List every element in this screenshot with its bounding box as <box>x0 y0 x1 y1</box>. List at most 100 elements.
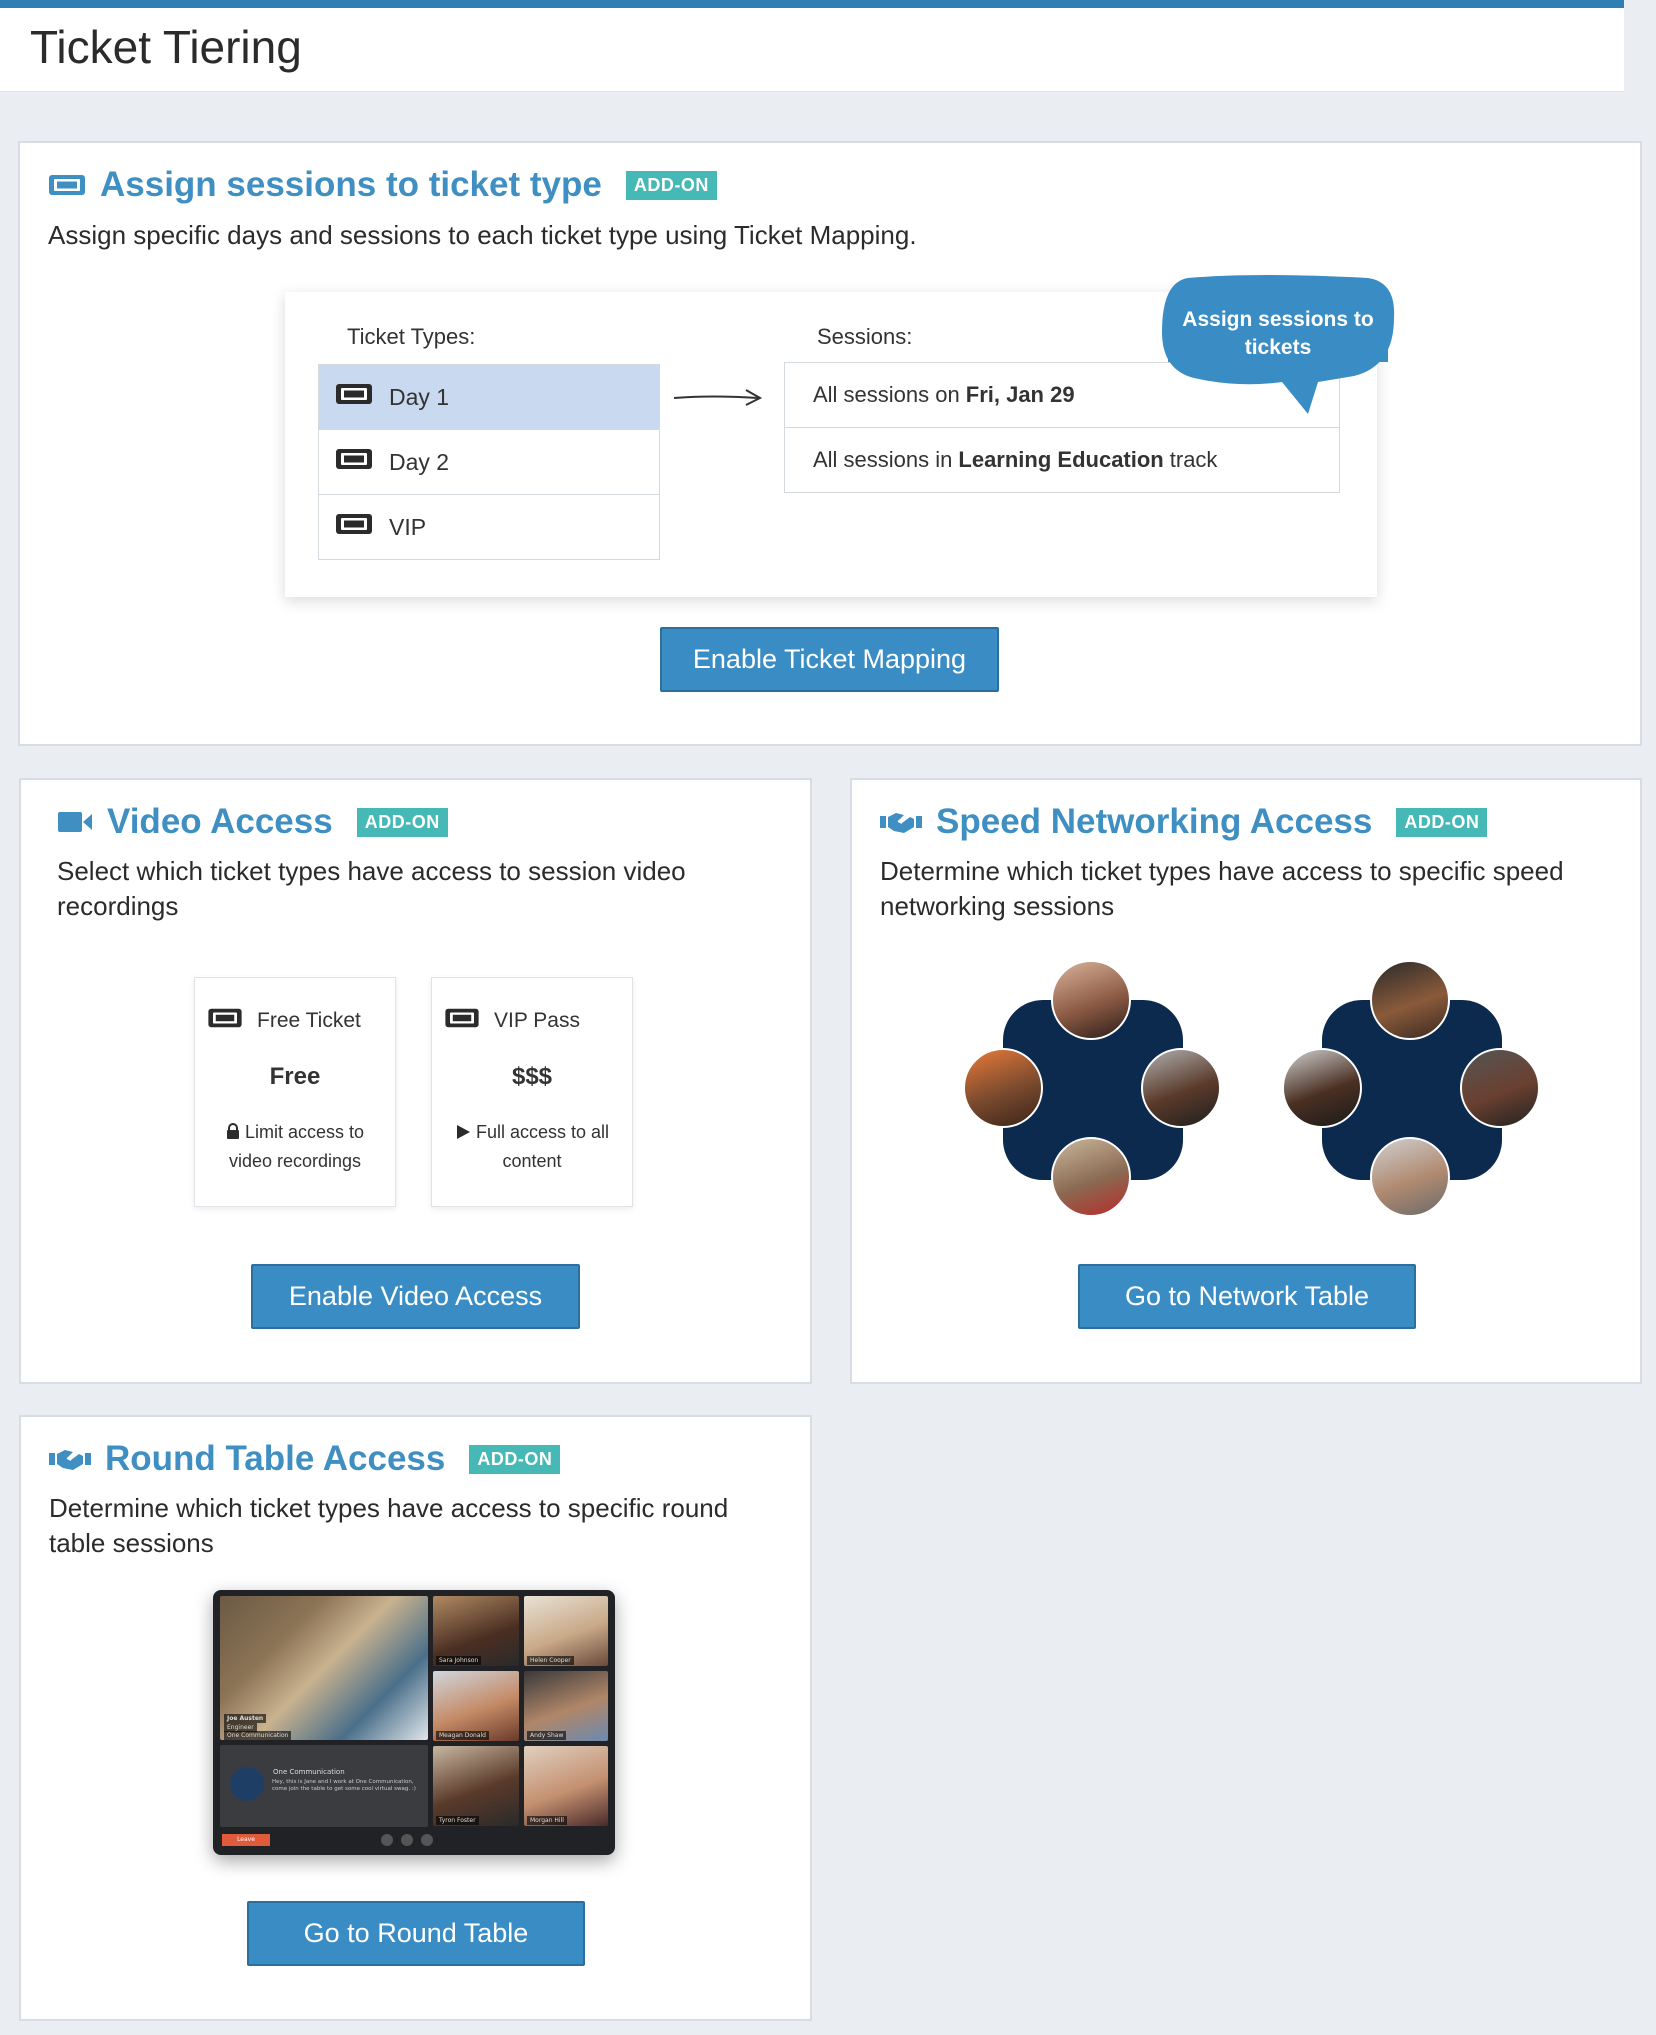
chat-text: Hey, this is Jane and I work at One Comm… <box>272 1779 416 1792</box>
note-line: Full access to all <box>475 1122 610 1142</box>
speed-networking-heading: Speed Networking Access ADD-ON <box>880 802 1488 842</box>
ticket-type-row[interactable]: Day 1 <box>318 364 660 430</box>
company-logo <box>230 1767 264 1801</box>
ticket-mapping-description: Assign specific days and sessions to eac… <box>48 220 917 250</box>
ticket-card-price: $$$ <box>511 1063 553 1090</box>
ticket-card-vip[interactable]: VIP Pass $$$ Full access to all content <box>431 977 633 1207</box>
session-bold: Fri, Jan 29 <box>965 382 1075 407</box>
ticket-type-label: Day 2 <box>389 448 450 475</box>
avatar <box>1051 1137 1131 1217</box>
video-access-title: Video Access <box>107 802 333 841</box>
participant-tile: Tyron Foster <box>433 1746 519 1826</box>
ticket-card-name: VIP Pass <box>494 1009 580 1032</box>
video-access-description: Select which ticket types have access to… <box>57 854 686 924</box>
ticket-icon <box>48 172 86 198</box>
enable-ticket-mapping-button[interactable]: Enable Ticket Mapping <box>660 627 999 692</box>
addon-badge: ADD-ON <box>625 170 717 200</box>
page-title: Ticket Tiering <box>30 21 302 73</box>
note-line: video recordings <box>228 1151 362 1171</box>
arrow-right-icon <box>673 389 763 406</box>
participant-name: Sara Johnson <box>436 1656 482 1665</box>
session-bold: Learning Education <box>958 447 1164 472</box>
ticket-type-label: Day 1 <box>389 383 450 410</box>
description-line: recordings <box>57 891 179 921</box>
note-line: content <box>502 1151 562 1171</box>
mic-icon[interactable] <box>381 1834 393 1846</box>
participant-name: Andy Shaw <box>527 1731 567 1740</box>
participant-tile: Meagan Donald <box>433 1671 519 1741</box>
ticket-card-header: Free Ticket <box>207 1006 361 1036</box>
round-table-title: Round Table Access <box>105 1439 446 1478</box>
session-prefix: All sessions in <box>813 447 953 472</box>
ticket-card-header: VIP Pass <box>444 1006 580 1036</box>
speed-networking-title: Speed Networking Access <box>936 802 1373 841</box>
ticket-mapping-title: Assign sessions to ticket type <box>100 165 602 204</box>
ticket-icon <box>335 511 373 543</box>
description-line: Determine which ticket types have access… <box>880 856 1564 886</box>
handshake-icon <box>880 809 922 835</box>
avatar <box>1051 960 1131 1040</box>
addon-badge: ADD-ON <box>469 1444 561 1474</box>
avatar <box>963 1048 1043 1128</box>
ticket-card-free[interactable]: Free Ticket Free Limit access to video r… <box>194 977 396 1207</box>
addon-badge: ADD-ON <box>356 807 448 837</box>
ticket-icon <box>335 381 373 413</box>
round-table-description: Determine which ticket types have access… <box>49 1491 728 1561</box>
page-header: Ticket Tiering <box>0 0 1624 92</box>
participant-name: Morgan Hill <box>527 1816 567 1825</box>
ticket-mapping-heading: Assign sessions to ticket type ADD-ON <box>48 165 717 205</box>
session-prefix: All sessions on <box>813 382 960 407</box>
camera-icon[interactable] <box>401 1834 413 1846</box>
participant-name: Meagan Donald <box>436 1731 489 1740</box>
enable-video-access-button[interactable]: Enable Video Access <box>251 1264 580 1329</box>
chat-panel: One Communication Hey, this is Jane and … <box>220 1745 428 1827</box>
speed-networking-description: Determine which ticket types have access… <box>880 854 1564 924</box>
participant-tile: Helen Cooper <box>524 1596 608 1666</box>
sessions-label: Sessions: <box>817 324 913 349</box>
avatar <box>1370 960 1450 1040</box>
participant-name: Helen Cooper <box>527 1656 574 1665</box>
host-video-tile: Joe Austen Engineer One Communication <box>220 1596 428 1740</box>
ticket-type-row[interactable]: Day 2 <box>318 429 660 495</box>
ticket-card-note: Full access to all content <box>442 1118 622 1176</box>
bubble-line: Assign sessions to <box>1182 308 1374 331</box>
ticket-type-label: VIP <box>389 513 427 540</box>
description-line: Select which ticket types have access to… <box>57 856 686 886</box>
avatar <box>1141 1048 1221 1128</box>
settings-icon[interactable] <box>421 1834 433 1846</box>
play-icon <box>455 1122 471 1142</box>
ticket-type-row[interactable]: VIP <box>318 494 660 560</box>
chat-title: One Communication <box>273 1768 345 1776</box>
participant-tile: Sara Johnson <box>433 1596 519 1666</box>
avatar <box>1370 1137 1450 1217</box>
ticket-icon <box>444 1006 480 1036</box>
leave-button[interactable]: Leave <box>222 1834 270 1846</box>
session-row[interactable]: All sessions in Learning Education track <box>784 427 1340 493</box>
go-to-network-table-button[interactable]: Go to Network Table <box>1078 1264 1416 1329</box>
description-line: table sessions <box>49 1528 214 1558</box>
participant-name: Tyron Foster <box>436 1816 479 1825</box>
description-line: networking sessions <box>880 891 1115 921</box>
lock-icon <box>226 1122 240 1142</box>
ticket-icon <box>207 1006 243 1036</box>
ticket-card-note: Limit access to video recordings <box>205 1118 385 1176</box>
video-camera-icon <box>57 810 93 834</box>
host-name: Joe Austen <box>224 1714 267 1723</box>
ticket-card-price: Free <box>269 1063 321 1090</box>
ticket-card-name: Free Ticket <box>257 1009 361 1032</box>
bubble-line: tickets <box>1244 336 1312 359</box>
round-table-heading: Round Table Access ADD-ON <box>49 1439 561 1479</box>
host-company: One Communication <box>224 1731 292 1740</box>
session-suffix: track <box>1169 447 1218 472</box>
avatar <box>1460 1048 1540 1128</box>
go-to-round-table-button[interactable]: Go to Round Table <box>247 1901 585 1966</box>
participant-tile: Morgan Hill <box>524 1746 608 1826</box>
note-line: Limit access to <box>244 1122 365 1142</box>
handshake-icon <box>49 1446 91 1472</box>
ticket-types-label: Ticket Types: <box>347 324 476 349</box>
avatar <box>1282 1048 1362 1128</box>
ticket-icon <box>335 446 373 478</box>
speech-bubble: Assign sessions to tickets <box>1168 306 1388 362</box>
addon-badge: ADD-ON <box>1396 807 1488 837</box>
description-line: Determine which ticket types have access… <box>49 1493 729 1523</box>
